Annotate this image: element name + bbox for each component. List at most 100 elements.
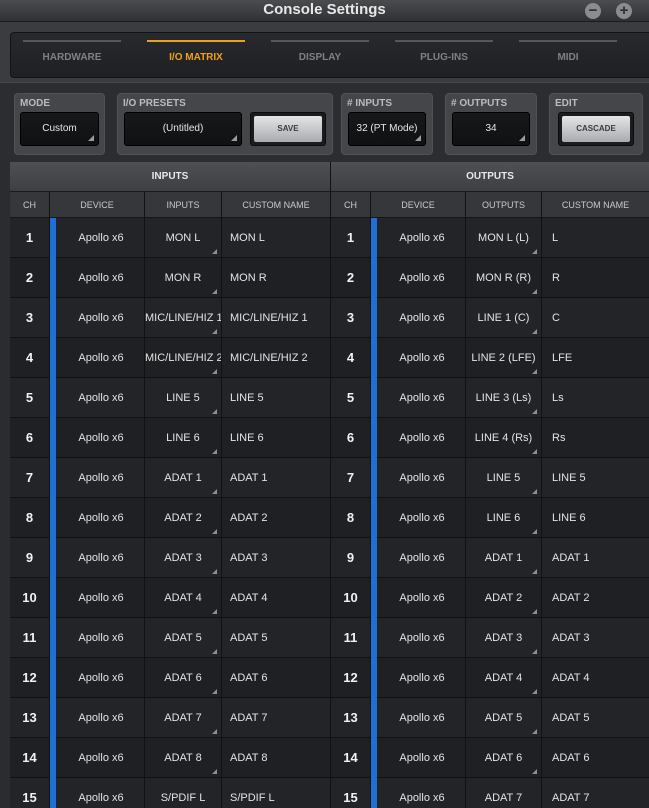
input-source-dropdown[interactable]: ADAT 3 <box>145 538 221 578</box>
output-custom-name-field[interactable]: R <box>542 258 649 298</box>
input-device-cell: Apollo x6 <box>78 632 124 644</box>
input-source-value: MON L <box>165 232 201 244</box>
input-device-cell: Apollo x6 <box>78 472 124 484</box>
input-custom-name-field[interactable]: MIC/LINE/HIZ 1 <box>222 298 330 338</box>
input-source-dropdown[interactable]: MIC/LINE/HIZ 1 <box>145 298 221 338</box>
input-source-dropdown[interactable]: S/PDIF L <box>145 778 221 808</box>
input-source-dropdown[interactable]: MON L <box>145 218 221 258</box>
output-custom-name-field[interactable]: LINE 5 <box>542 458 649 498</box>
input-source-dropdown[interactable]: ADAT 7 <box>145 698 221 738</box>
input-channel-indicator <box>50 738 56 778</box>
input-source-dropdown[interactable]: ADAT 5 <box>145 618 221 658</box>
output-destination-dropdown[interactable]: LINE 3 (Ls) <box>466 378 541 418</box>
output-custom-name-field[interactable]: LINE 6 <box>542 498 649 538</box>
input-source-dropdown[interactable]: LINE 5 <box>145 378 221 418</box>
output-channel-number: 3 <box>346 310 355 325</box>
input-custom-name-field[interactable]: ADAT 7 <box>222 698 330 738</box>
output-destination-dropdown[interactable]: LINE 1 (C) <box>466 298 541 338</box>
output-destination-dropdown[interactable]: LINE 5 <box>466 458 541 498</box>
output-custom-name-field[interactable]: LFE <box>542 338 649 378</box>
input-custom-name-field[interactable]: ADAT 5 <box>222 618 330 658</box>
output-destination-value: ADAT 6 <box>484 752 523 764</box>
output-channel-number: 10 <box>343 590 358 605</box>
output-custom-name-field[interactable]: C <box>542 298 649 338</box>
io-presets-dropdown[interactable]: (Untitled) <box>124 112 242 146</box>
input-device-cell: Apollo x6 <box>78 512 124 524</box>
input-custom-name-field[interactable]: ADAT 1 <box>222 458 330 498</box>
output-custom-name-field[interactable]: ADAT 7 <box>542 778 649 808</box>
cascade-button[interactable]: CASCADE <box>558 112 634 146</box>
output-custom-name-field[interactable]: ADAT 6 <box>542 738 649 778</box>
input-source-value: LINE 6 <box>166 432 200 444</box>
output-destination-dropdown[interactable]: LINE 4 (Rs) <box>466 418 541 458</box>
output-destination-value: ADAT 5 <box>484 712 523 724</box>
output-destination-dropdown[interactable]: MON L (L) <box>466 218 541 258</box>
num-inputs-dropdown[interactable]: 32 (PT Mode) <box>348 112 426 146</box>
input-custom-name-field[interactable]: LINE 5 <box>222 378 330 418</box>
output-custom-name-field[interactable]: Ls <box>542 378 649 418</box>
input-custom-name-field[interactable]: S/PDIF L <box>222 778 330 808</box>
input-source-dropdown[interactable]: ADAT 4 <box>145 578 221 618</box>
output-destination-dropdown[interactable]: ADAT 1 <box>466 538 541 578</box>
output-custom-name-field[interactable]: ADAT 5 <box>542 698 649 738</box>
input-channel-indicator <box>50 418 56 458</box>
control-panel: MODE Custom I/O PRESETS (Untitled) SAVE … <box>0 82 649 162</box>
input-source-dropdown[interactable]: ADAT 8 <box>145 738 221 778</box>
output-destination-dropdown[interactable]: ADAT 4 <box>466 658 541 698</box>
output-device-cell: Apollo x6 <box>399 792 445 804</box>
input-source-dropdown[interactable]: LINE 6 <box>145 418 221 458</box>
output-destination-dropdown[interactable]: ADAT 5 <box>466 698 541 738</box>
output-custom-name-field[interactable]: ADAT 2 <box>542 578 649 618</box>
input-source-dropdown[interactable]: MON R <box>145 258 221 298</box>
output-custom-name-field[interactable]: L <box>542 218 649 258</box>
input-custom-name-field[interactable]: MON R <box>222 258 330 298</box>
save-button[interactable]: SAVE <box>250 112 326 146</box>
num-outputs-dropdown[interactable]: 34 <box>452 112 530 146</box>
col-header-in-device: DEVICE <box>50 192 144 218</box>
input-source-value: MON R <box>164 272 202 284</box>
output-device-cell: Apollo x6 <box>399 552 445 564</box>
output-custom-name-field[interactable]: Rs <box>542 418 649 458</box>
input-custom-name-field[interactable]: LINE 6 <box>222 418 330 458</box>
dropdown-corner-icon <box>532 769 537 774</box>
input-custom-name-field[interactable]: ADAT 2 <box>222 498 330 538</box>
output-destination-dropdown[interactable]: LINE 2 (LFE) <box>466 338 541 378</box>
window-title: Console Settings <box>263 1 386 18</box>
mode-label: MODE <box>20 98 50 109</box>
input-source-dropdown[interactable]: ADAT 1 <box>145 458 221 498</box>
dropdown-corner-icon <box>532 689 537 694</box>
input-channel-number: 13 <box>22 710 37 725</box>
output-custom-name-field[interactable]: ADAT 1 <box>542 538 649 578</box>
input-custom-name-field[interactable]: ADAT 4 <box>222 578 330 618</box>
tab-label: MIDI <box>557 52 579 63</box>
input-custom-name-field[interactable]: MON L <box>222 218 330 258</box>
input-channel-indicator <box>50 538 56 578</box>
output-destination-dropdown[interactable]: MON R (R) <box>466 258 541 298</box>
tab-display[interactable]: DISPLAY <box>271 33 369 79</box>
input-custom-name-field[interactable]: ADAT 8 <box>222 738 330 778</box>
minimize-icon[interactable]: − <box>585 3 601 19</box>
tab-midi[interactable]: MIDI <box>519 33 617 79</box>
output-custom-name-field[interactable]: ADAT 4 <box>542 658 649 698</box>
output-destination-dropdown[interactable]: ADAT 6 <box>466 738 541 778</box>
input-source-dropdown[interactable]: ADAT 6 <box>145 658 221 698</box>
input-source-dropdown[interactable]: MIC/LINE/HIZ 2 <box>145 338 221 378</box>
output-device-cell: Apollo x6 <box>399 352 445 364</box>
zoom-icon[interactable]: + <box>616 3 632 19</box>
output-destination-dropdown[interactable]: ADAT 2 <box>466 578 541 618</box>
tab-plug-ins[interactable]: PLUG-INS <box>395 33 493 79</box>
tab-hardware[interactable]: HARDWARE <box>23 33 121 79</box>
output-custom-name-field[interactable]: ADAT 3 <box>542 618 649 658</box>
output-destination-dropdown[interactable]: ADAT 7 <box>466 778 541 808</box>
output-channel-number: 8 <box>346 510 355 525</box>
mode-dropdown[interactable]: Custom <box>20 112 99 146</box>
input-custom-name-field[interactable]: ADAT 3 <box>222 538 330 578</box>
output-destination-dropdown[interactable]: LINE 6 <box>466 498 541 538</box>
tab-io-matrix[interactable]: I/O MATRIX <box>147 33 245 79</box>
input-custom-name-field[interactable]: ADAT 6 <box>222 658 330 698</box>
input-channel-number: 12 <box>22 670 37 685</box>
dropdown-corner-icon <box>212 689 217 694</box>
output-destination-dropdown[interactable]: ADAT 3 <box>466 618 541 658</box>
input-custom-name-field[interactable]: MIC/LINE/HIZ 2 <box>222 338 330 378</box>
input-source-dropdown[interactable]: ADAT 2 <box>145 498 221 538</box>
